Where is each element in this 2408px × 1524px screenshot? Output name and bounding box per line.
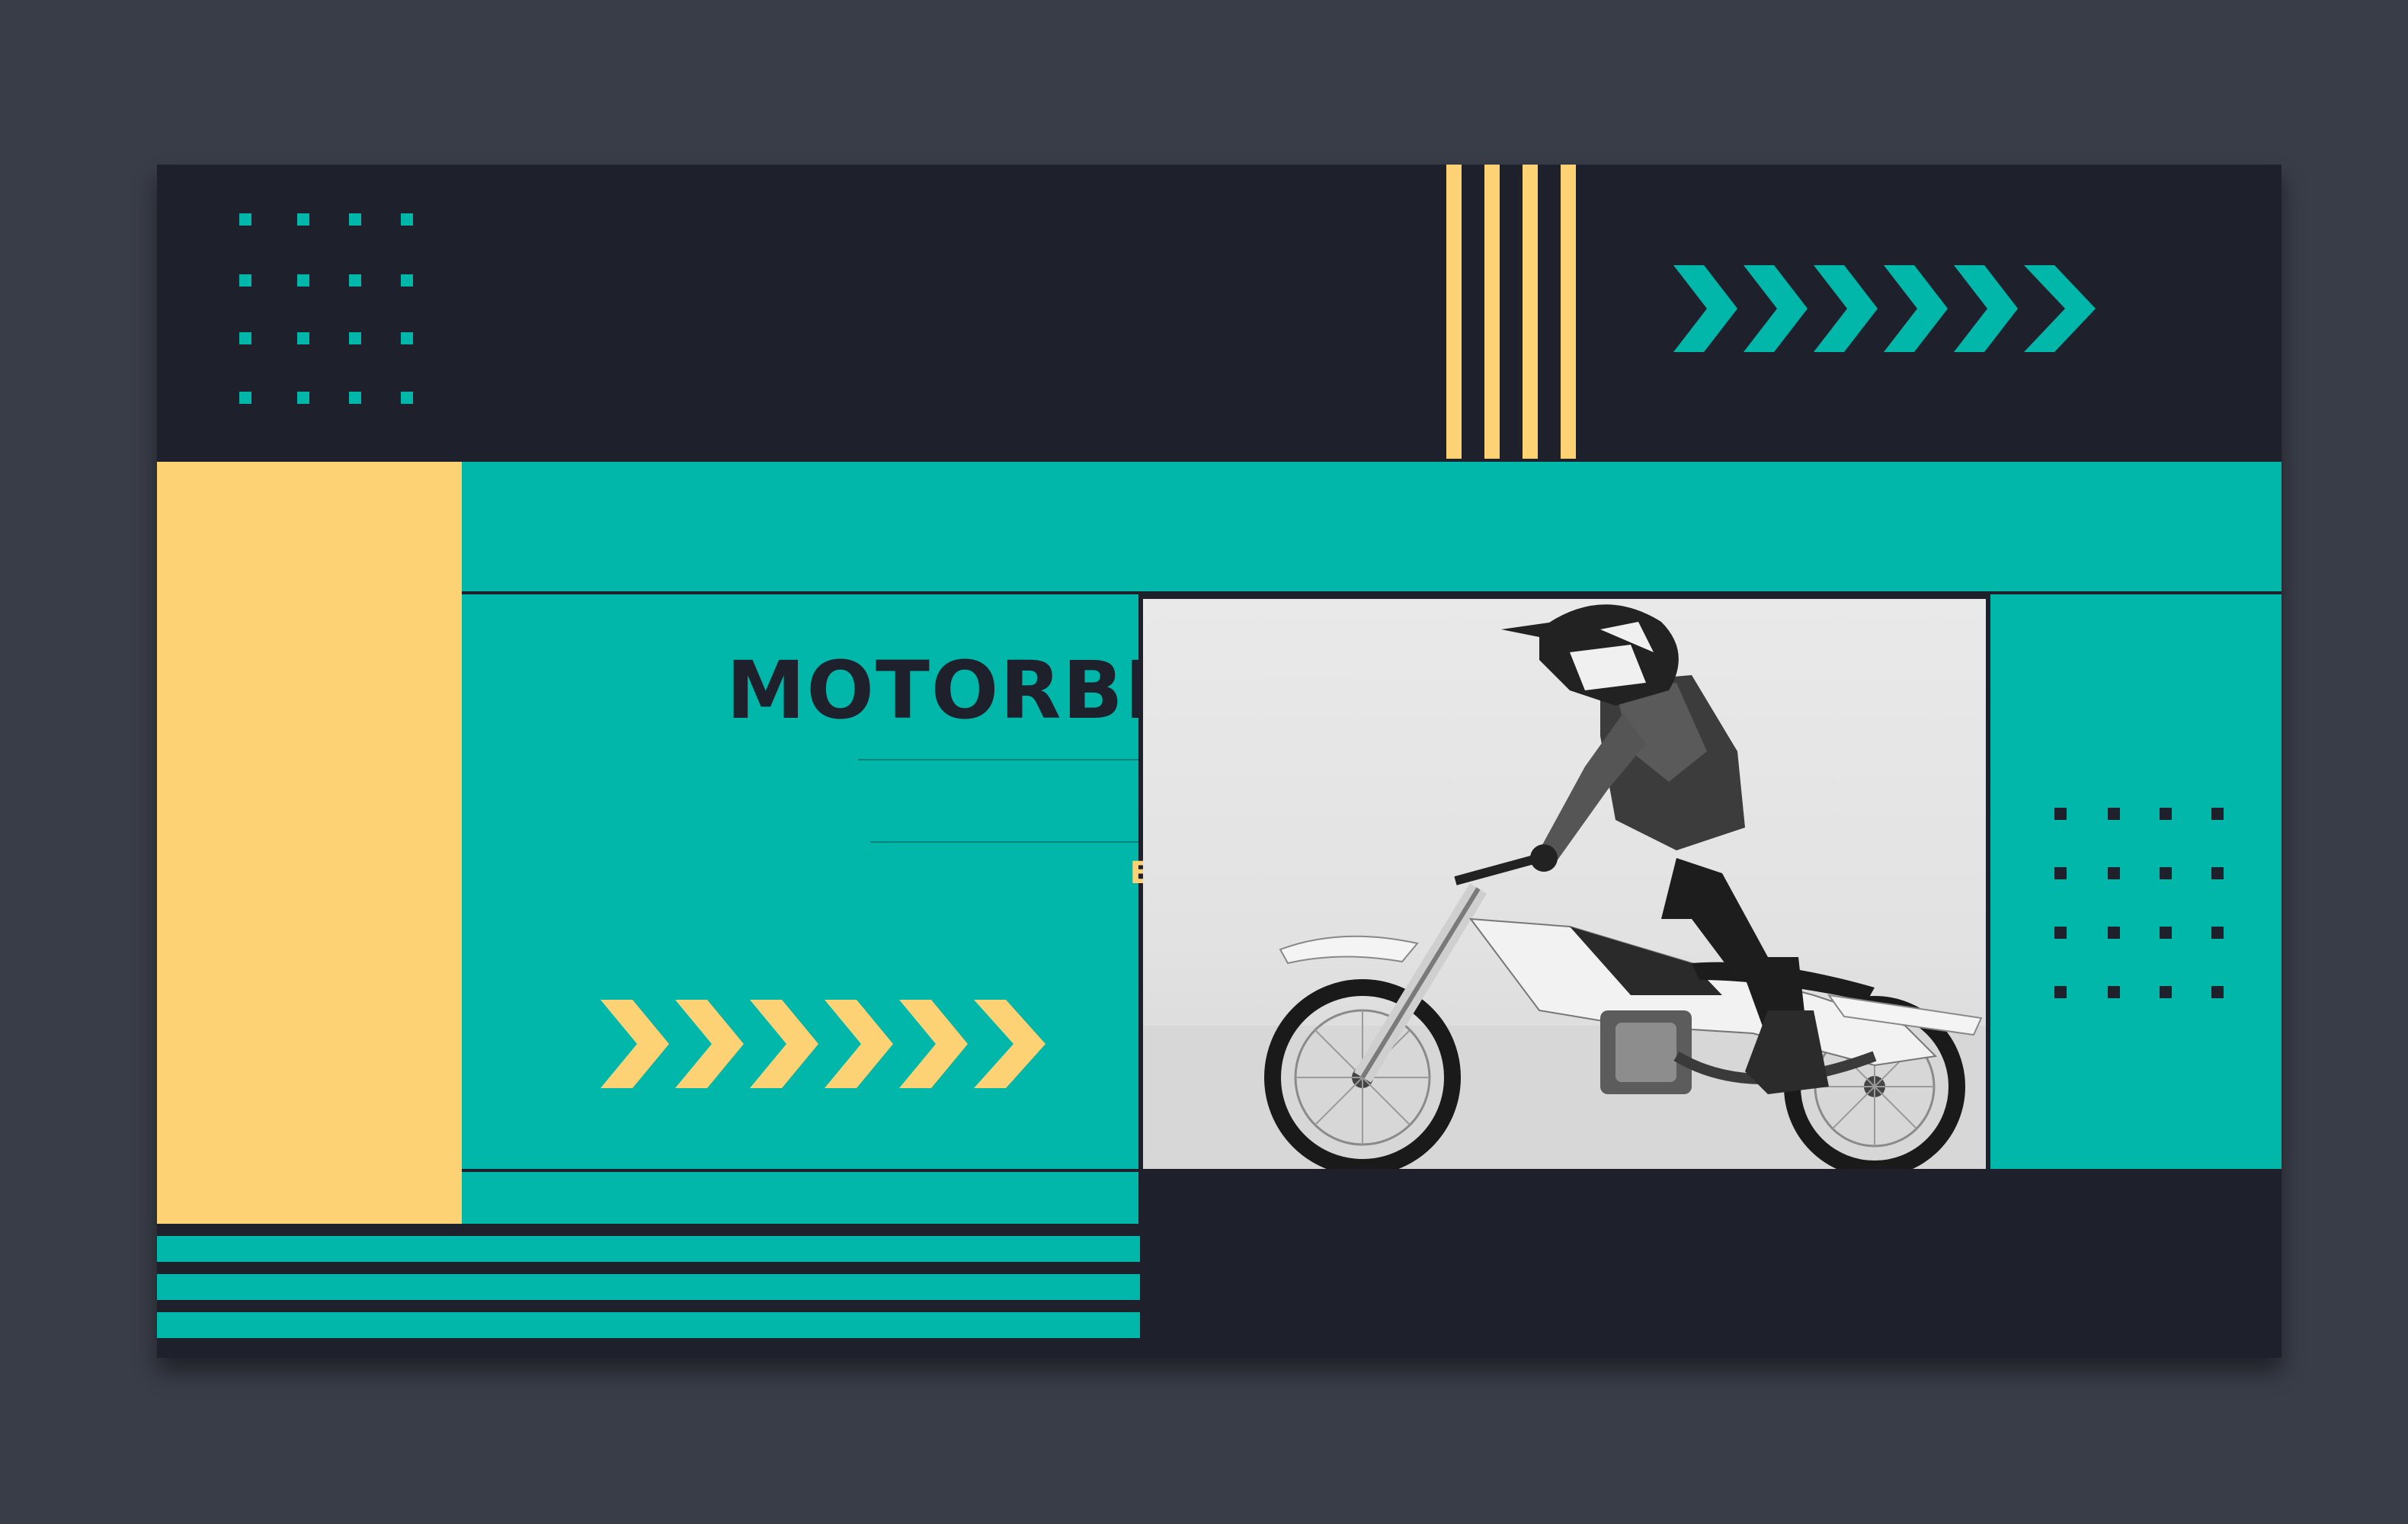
teal-band — [157, 462, 2282, 591]
banner: MOTORBIKE RACE RUN EVENT — [157, 165, 2282, 1358]
yellow-chevrons-icon — [600, 1000, 1045, 1088]
teal-horizontal-stripes — [157, 1224, 1140, 1358]
teal-chevrons-icon — [1673, 265, 2096, 352]
motorbike-rider-photo — [1143, 599, 1986, 1169]
teal-dot-grid-top-left — [239, 213, 413, 404]
motorbike-rider-icon — [1143, 604, 1986, 1169]
yellow-vertical-stripes — [1437, 165, 1582, 459]
teal-strip — [462, 1172, 1138, 1224]
dark-dot-grid-right — [2054, 808, 2237, 998]
yellow-block — [157, 462, 462, 1224]
